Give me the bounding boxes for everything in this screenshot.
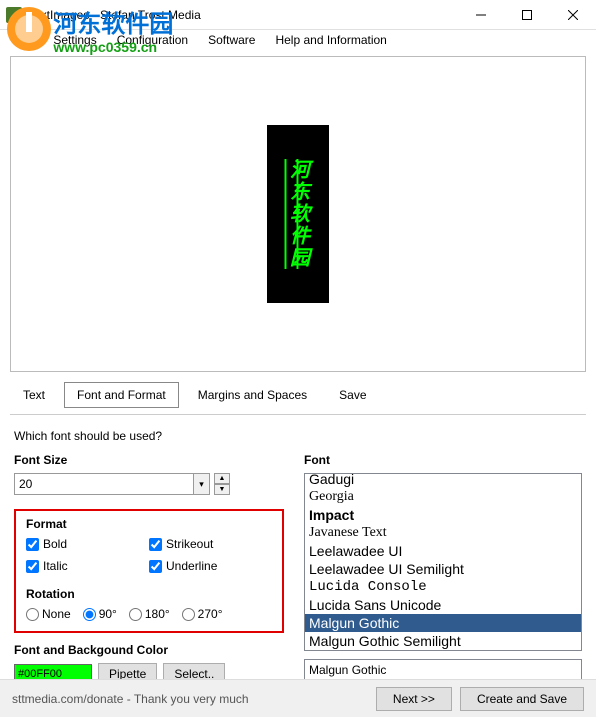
font-item[interactable]: Lucida Sans Unicode	[305, 596, 581, 614]
rotation-270-radio[interactable]: 270°	[182, 607, 223, 621]
strikeout-checkbox[interactable]: Strikeout	[149, 537, 272, 551]
font-item[interactable]: Leelawadee UI Semilight	[305, 560, 581, 578]
format-label: Format	[26, 517, 272, 531]
fontsize-input[interactable]	[14, 473, 194, 495]
question-label: Which font should be used?	[14, 429, 582, 443]
menu-settings[interactable]: Settings	[47, 31, 102, 49]
rotation-label: Rotation	[26, 587, 272, 601]
preview-canvas: 河东软件园	[10, 56, 586, 372]
fontsize-label: Font Size	[14, 453, 284, 467]
menu-help[interactable]: Help and Information	[269, 31, 392, 49]
window-title: TextImages - Stefan Trost Media	[28, 8, 458, 22]
menu-file[interactable]: File	[8, 31, 39, 49]
minimize-button[interactable]	[458, 0, 504, 29]
preview-text: 河东软件园	[284, 159, 313, 269]
color-label: Font and Backgound Color	[14, 643, 284, 657]
font-item[interactable]: Lucida Console	[305, 578, 581, 596]
rotation-180-radio[interactable]: 180°	[129, 607, 170, 621]
next-button[interactable]: Next >>	[376, 687, 452, 711]
tab-text[interactable]: Text	[10, 382, 58, 408]
font-item[interactable]: Malgun Gothic	[305, 614, 581, 632]
font-item[interactable]: Javanese Text	[305, 524, 581, 542]
rotation-none-radio[interactable]: None	[26, 607, 71, 621]
menu-configuration[interactable]: Configuration	[111, 31, 194, 49]
tab-font-format[interactable]: Font and Format	[64, 382, 179, 408]
app-icon	[6, 7, 22, 23]
preview-image: 河东软件园	[267, 125, 329, 303]
menu-software[interactable]: Software	[202, 31, 261, 49]
status-text: sttmedia.com/donate - Thank you very muc…	[12, 692, 368, 706]
title-bar: TextImages - Stefan Trost Media	[0, 0, 596, 30]
maximize-button[interactable]	[504, 0, 550, 29]
spin-down-button[interactable]: ▼	[214, 484, 230, 495]
footer-bar: sttmedia.com/donate - Thank you very muc…	[0, 679, 596, 717]
font-item[interactable]: Malgun Gothic Semilight	[305, 632, 581, 650]
menu-bar: File Settings Configuration Software Hel…	[0, 30, 596, 50]
close-button[interactable]	[550, 0, 596, 29]
underline-checkbox[interactable]: Underline	[149, 559, 272, 573]
font-listbox[interactable]: GadugiGeorgiaImpactJavanese TextLeelawad…	[304, 473, 582, 651]
bold-checkbox[interactable]: Bold	[26, 537, 149, 551]
tab-margins[interactable]: Margins and Spaces	[185, 382, 320, 408]
create-save-button[interactable]: Create and Save	[460, 687, 584, 711]
spin-up-button[interactable]: ▲	[214, 473, 230, 484]
tab-bar: Text Font and Format Margins and Spaces …	[10, 382, 586, 408]
dropdown-arrow-icon[interactable]: ▾	[194, 473, 210, 495]
tab-save[interactable]: Save	[326, 382, 379, 408]
font-item[interactable]: Impact	[305, 506, 581, 524]
fontname-input[interactable]	[304, 659, 582, 681]
italic-checkbox[interactable]: Italic	[26, 559, 149, 573]
font-label: Font	[304, 453, 582, 467]
separator	[10, 414, 586, 415]
rotation-90-radio[interactable]: 90°	[83, 607, 117, 621]
font-item[interactable]: Georgia	[305, 488, 581, 506]
font-item[interactable]: Gadugi	[305, 473, 581, 488]
font-item[interactable]: Leelawadee UI	[305, 542, 581, 560]
format-rotation-group: Format Bold Italic Strikeout Underline R…	[14, 509, 284, 633]
